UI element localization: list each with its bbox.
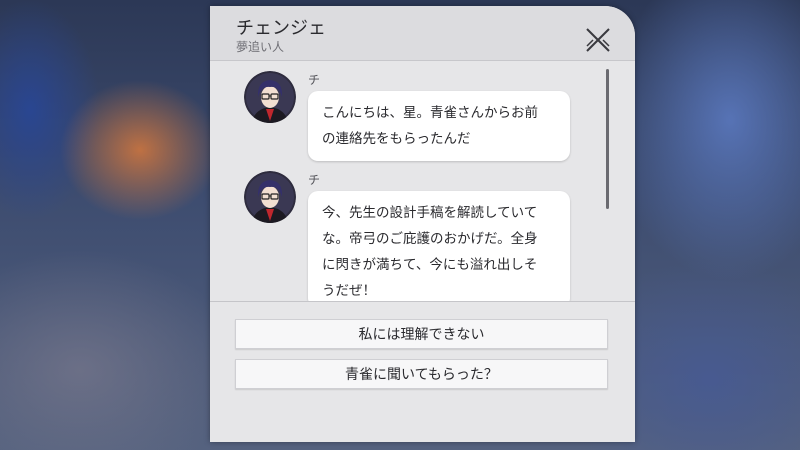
reply-option-1[interactable]: 私には理解できない: [235, 319, 608, 349]
message-line: 今、先生の設計手稿を解読していて: [322, 205, 538, 221]
contact-subtitle: 夢追い人: [236, 40, 285, 54]
message-bubble: 今、先生の設計手稿を解読していて な。帝弓のご庇護のおかげだ。全身 に閃きが満ち…: [308, 191, 570, 301]
avatar-icon: [244, 71, 296, 123]
message-line: うだぜ！: [322, 283, 376, 299]
close-button[interactable]: [584, 26, 612, 54]
message-line: こんにちは、星。青雀さんからお前: [322, 105, 538, 121]
reply-options: 私には理解できない 青雀に聞いてもらった？: [210, 301, 635, 442]
message-line: に閃きが満ちて、今にも溢れ出しそ: [322, 257, 538, 273]
contact-name: チェンジェ: [236, 18, 326, 39]
message-list[interactable]: チェンジェ こんにちは、星。青雀さんからお前 の連絡先をもらったんだ: [210, 61, 635, 301]
scrollbar[interactable]: [606, 69, 609, 209]
reply-option-2[interactable]: 青雀に聞いてもらった？: [235, 359, 608, 389]
avatar: [244, 71, 296, 123]
game-background: チェンジェ 夢追い人 チ こんにちは、星。青雀さんからお前 の連絡先をもらったん…: [0, 0, 800, 450]
message-line: な。帝弓のご庇護のおかげだ。全身: [322, 231, 538, 247]
chat-header: チェンジェ 夢追い人: [210, 6, 635, 61]
message-bubble: こんにちは、星。青雀さんからお前 の連絡先をもらったんだ: [308, 91, 570, 161]
message-line: の連絡先をもらったんだ: [322, 131, 471, 147]
close-icon: [586, 28, 610, 52]
avatar: [244, 171, 296, 223]
avatar-icon: [244, 171, 296, 223]
chat-panel: チェンジェ 夢追い人 チ こんにちは、星。青雀さんからお前 の連絡先をもらったん…: [210, 6, 635, 442]
